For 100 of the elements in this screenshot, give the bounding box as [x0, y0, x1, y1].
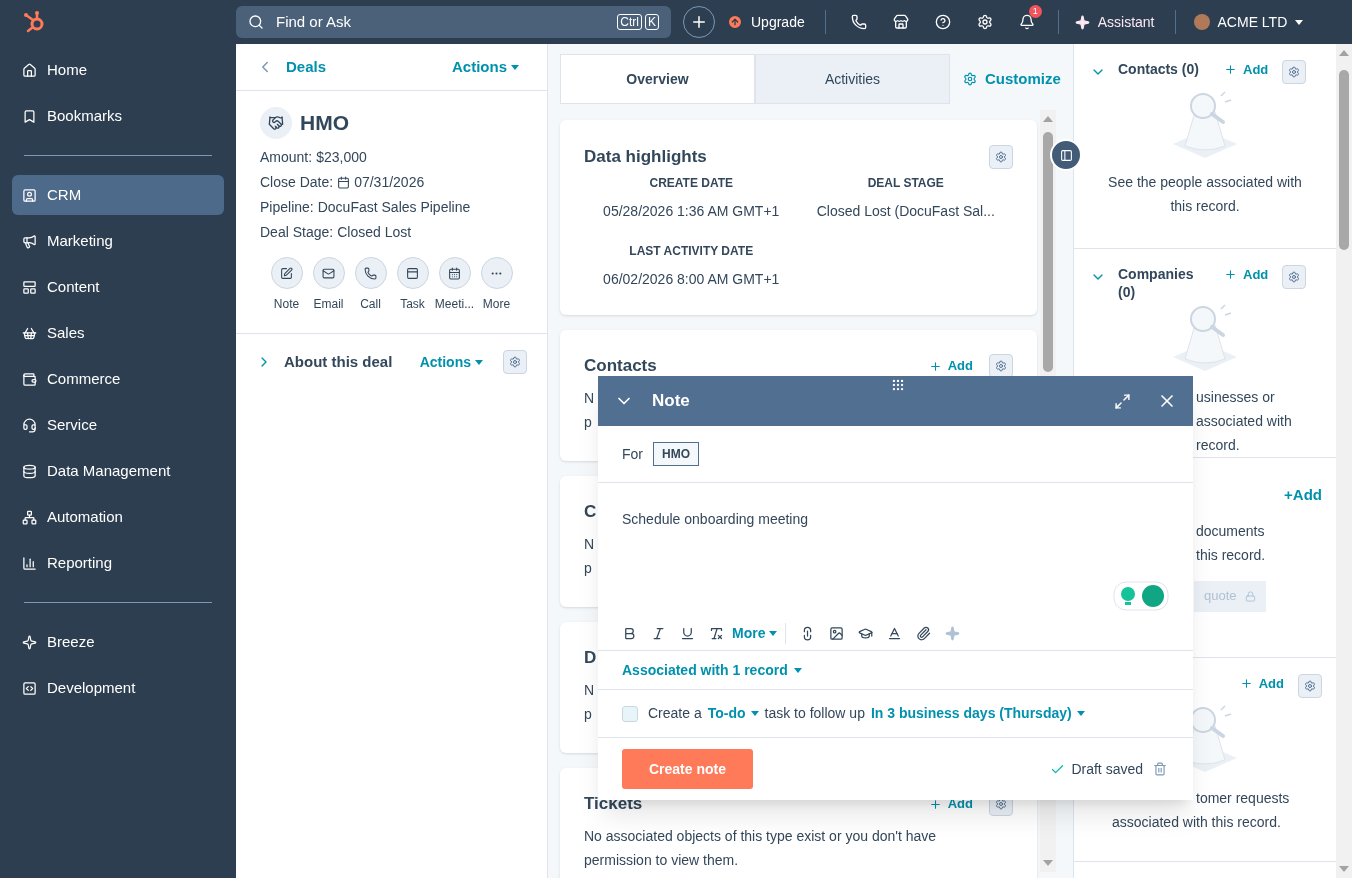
card-text: permission to view them. [584, 851, 739, 870]
highlight-label: LAST ACTIVITY DATE [628, 242, 755, 260]
nav-item[interactable]: Development [12, 668, 224, 708]
nav-item[interactable]: Home [12, 50, 224, 90]
expand-icon[interactable] [1114, 392, 1131, 410]
task-text: Create a [648, 704, 702, 723]
graduation-cap-icon[interactable] [858, 626, 874, 641]
actions-menu[interactable]: Actions [419, 351, 483, 373]
attachment-icon[interactable] [916, 626, 932, 641]
search-icon [248, 14, 264, 30]
nav-icon [22, 555, 37, 571]
back-link[interactable]: Deals [256, 55, 327, 79]
section-title[interactable]: Companies (0) [1118, 265, 1210, 301]
nav-item[interactable]: Commerce [12, 359, 224, 399]
logo-icon[interactable] [22, 10, 46, 34]
nav-icon [22, 680, 37, 696]
nav-icon [22, 187, 37, 203]
nav-item[interactable]: Service [12, 405, 224, 445]
account-menu[interactable]: ACME LTD [1193, 11, 1304, 33]
settings-icon [976, 14, 993, 30]
card-text: p [584, 705, 592, 724]
field-label: Amount: [260, 148, 313, 167]
upgrade-button[interactable]: Upgrade [725, 11, 807, 33]
task-option-menu[interactable]: In 3 business days (Thursday) [870, 703, 1085, 724]
caret-icon [475, 359, 483, 365]
bold-icon[interactable] [622, 626, 637, 641]
nav-item[interactable]: Data Management [12, 451, 224, 491]
tab[interactable]: Activities [755, 54, 950, 104]
nav-item[interactable]: Content [12, 267, 224, 307]
italic-icon[interactable] [651, 626, 666, 641]
save-status: Draft saved [1071, 759, 1143, 779]
task-text: task to follow up [764, 704, 865, 723]
nav-item[interactable]: Breeze [12, 622, 224, 662]
nav-icon [22, 279, 37, 295]
section-title[interactable]: About this deal [284, 350, 408, 374]
record-tag[interactable]: HMO [653, 442, 699, 466]
empty-state-text: associated with [1196, 412, 1292, 431]
caret-icon [769, 631, 778, 636]
calendar-icon [448, 266, 461, 280]
underline-icon[interactable] [680, 626, 695, 641]
card-text: N [584, 681, 595, 700]
associations-menu[interactable]: Associated with 1 record [622, 659, 802, 681]
nav-icon [22, 417, 37, 433]
nav-icon [22, 233, 37, 249]
field-label: Pipeline: [260, 198, 314, 217]
assistant-button[interactable]: Assistant [1074, 11, 1155, 33]
nav-item[interactable]: CRM [12, 175, 224, 215]
note-body-field[interactable]: Schedule onboarding meeting [622, 509, 1169, 530]
add-button[interactable]: Add [1224, 265, 1269, 285]
card-title: D [584, 647, 597, 670]
settings-button[interactable] [1282, 60, 1307, 84]
image-icon[interactable] [829, 626, 845, 641]
panel-icon [1059, 148, 1073, 162]
record-title: HMO [300, 110, 349, 137]
nav-item[interactable]: Marketing [12, 221, 224, 261]
key-hint: K [645, 14, 659, 30]
task-option-menu[interactable]: To-do [707, 703, 759, 724]
follow-up-checkbox[interactable] [622, 705, 638, 722]
nav-icon [22, 62, 37, 78]
section-title[interactable]: Contacts (0) [1118, 60, 1210, 78]
text-icon[interactable] [887, 626, 903, 641]
settings-icon [509, 356, 521, 368]
empty-state-text: tomer requests [1196, 789, 1290, 808]
nav-item[interactable]: Reporting [12, 543, 224, 583]
drag-handle-icon[interactable] [891, 378, 905, 392]
field-label: Deal Stage: [260, 223, 334, 242]
writing-assistant-icon[interactable] [1113, 581, 1169, 611]
settings-button[interactable] [1282, 265, 1307, 289]
field-value: Closed Lost [337, 223, 412, 242]
clear-format-icon[interactable] [709, 626, 724, 641]
envelope-icon [322, 266, 335, 280]
add-button[interactable]: Add [928, 356, 973, 376]
caret-icon [793, 667, 802, 673]
tab[interactable]: Overview [560, 54, 755, 104]
add-button[interactable]: Add [1239, 674, 1284, 694]
key-hint: Ctrl [617, 14, 642, 30]
add-button[interactable]: Add [1224, 60, 1269, 80]
for-label: For [622, 444, 643, 464]
highlight-label: CREATE DATE [648, 174, 735, 192]
plus-icon [1224, 63, 1237, 77]
trash-icon[interactable] [1153, 762, 1167, 776]
nav-item[interactable]: Automation [12, 497, 224, 537]
nav-item[interactable]: Sales [12, 313, 224, 353]
search-field[interactable]: Find or Ask Ctrl K [236, 6, 671, 38]
settings-button[interactable] [989, 354, 1013, 378]
plus-icon [928, 797, 942, 811]
settings-icon [1288, 66, 1301, 78]
card-text: p [584, 413, 592, 432]
field-value: 07/31/2026 [354, 173, 425, 192]
nav-item[interactable]: Bookmarks [12, 96, 224, 136]
card-title: Tickets [584, 793, 643, 816]
add-link[interactable]: +Add [1284, 484, 1322, 507]
more-menu[interactable]: More [732, 623, 787, 644]
actions-menu[interactable]: Actions [452, 55, 527, 79]
sparkle-icon [1074, 14, 1090, 30]
empty-state-text: associated with this record. [1112, 813, 1281, 832]
settings-button[interactable] [989, 144, 1013, 169]
plus-icon [1224, 268, 1237, 282]
empty-state-text: this record. [1196, 545, 1266, 565]
pen-icon [280, 266, 293, 280]
